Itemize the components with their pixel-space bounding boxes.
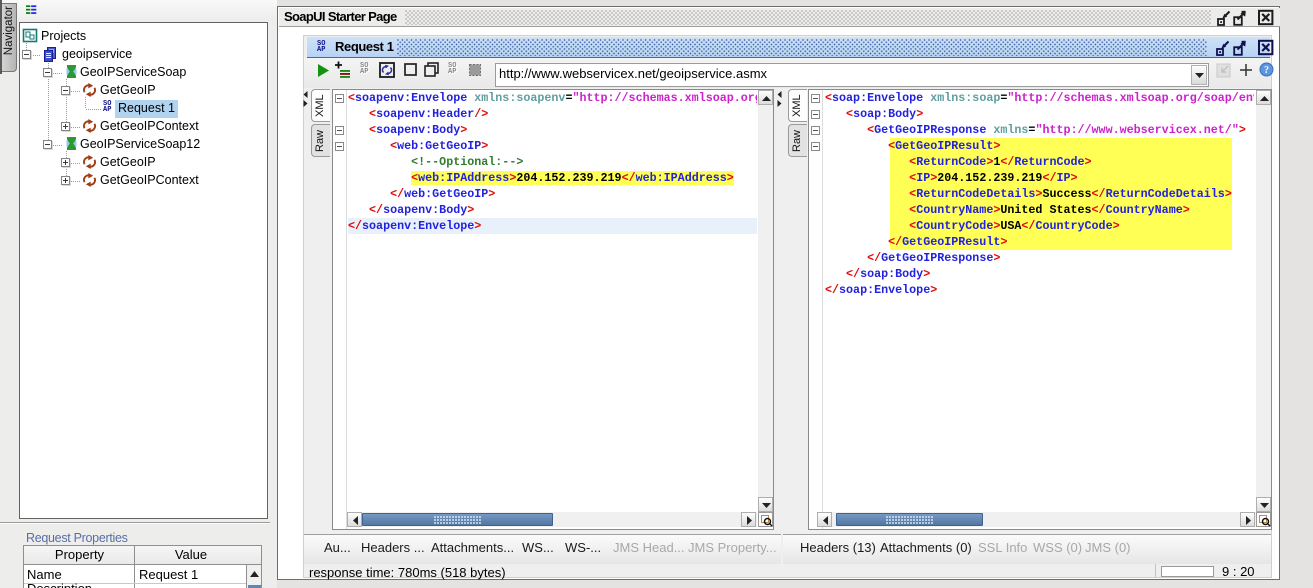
svg-text:?: ?: [1264, 65, 1269, 76]
